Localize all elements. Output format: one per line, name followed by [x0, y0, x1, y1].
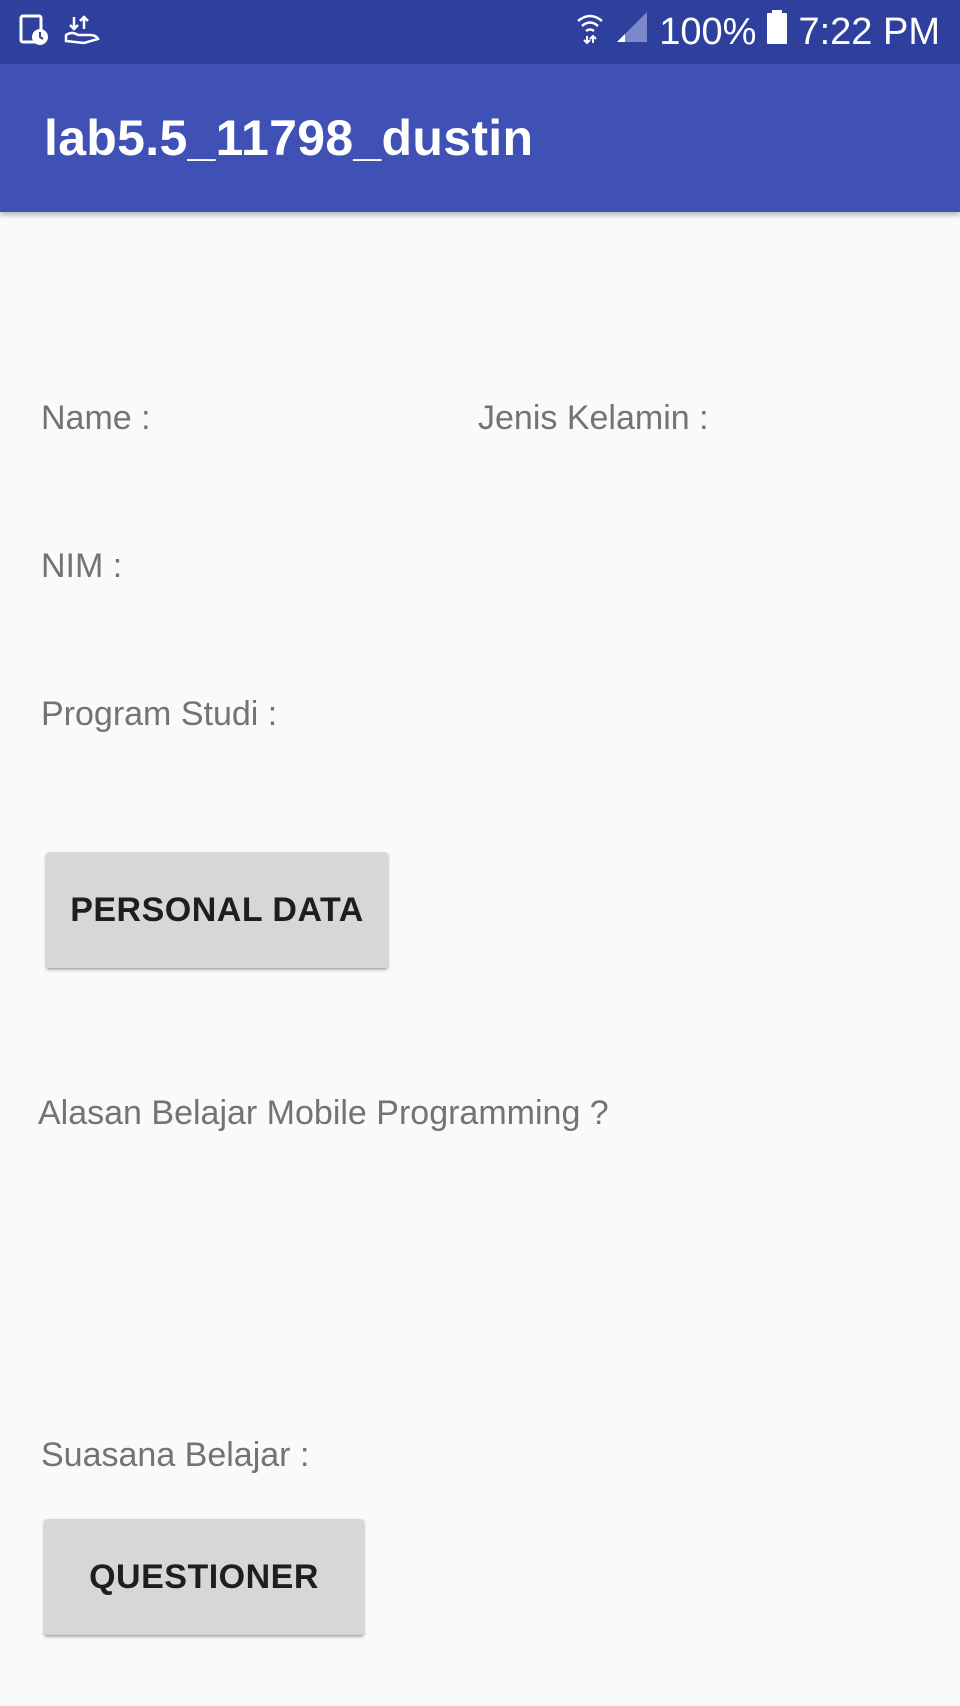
status-right: 100% 7:22 PM — [575, 10, 940, 54]
status-left-icons — [18, 14, 100, 50]
battery-percentage: 100% — [659, 11, 757, 53]
screen-timer-icon — [18, 13, 50, 52]
nim-label: NIM : — [41, 547, 123, 585]
wifi-icon — [575, 9, 605, 55]
reason-label: Alasan Belajar Mobile Programming ? — [38, 1094, 609, 1132]
app-title: lab5.5_11798_dustin — [44, 110, 534, 166]
name-label: Name : — [41, 399, 151, 437]
status-bar: 100% 7:22 PM — [0, 0, 960, 64]
program-studi-label: Program Studi : — [41, 695, 278, 733]
atmosphere-label: Suasana Belajar : — [41, 1436, 310, 1474]
data-transfer-icon — [64, 13, 100, 52]
gender-label: Jenis Kelamin : — [478, 399, 709, 437]
signal-icon — [615, 10, 649, 54]
battery-icon — [766, 9, 788, 55]
app-bar: lab5.5_11798_dustin — [0, 64, 960, 212]
personal-data-button[interactable]: PERSONAL DATA — [46, 852, 388, 968]
clock: 7:22 PM — [798, 11, 940, 53]
questioner-button[interactable]: QUESTIONER — [44, 1519, 364, 1635]
